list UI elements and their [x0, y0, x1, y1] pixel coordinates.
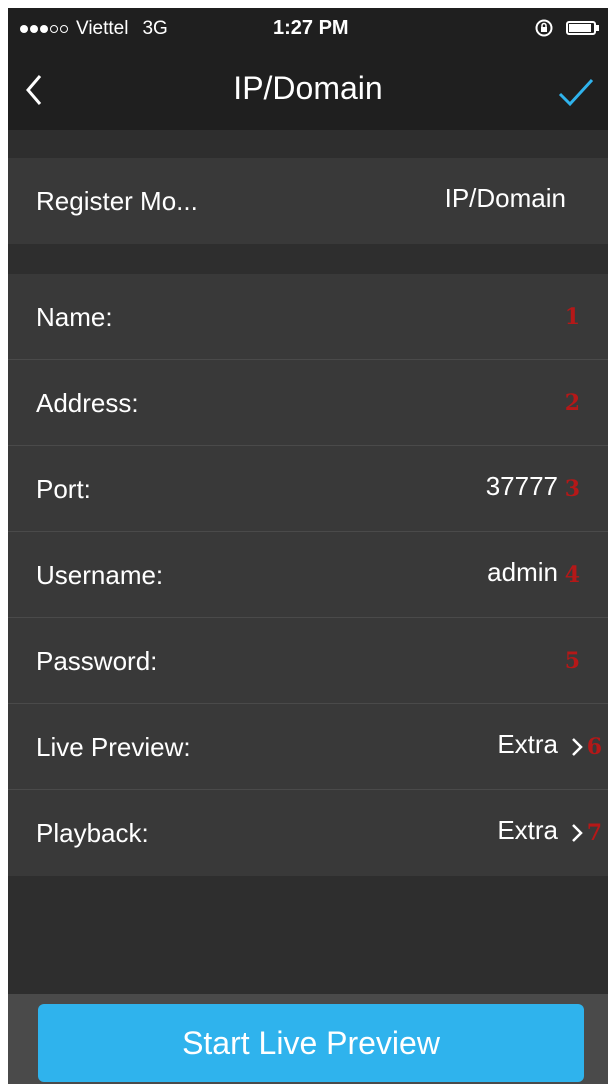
signal-dot: [50, 25, 58, 33]
name-row[interactable]: Name: 1: [8, 274, 608, 360]
signal-strength-icon: [20, 25, 70, 33]
register-mode-row[interactable]: Register Mo... IP/Domain: [8, 158, 608, 244]
port-label: Port:: [36, 474, 91, 504]
annotation-marker: 5: [564, 648, 580, 674]
status-time: 1:27 PM: [273, 17, 349, 39]
password-row[interactable]: Password: 5: [8, 618, 608, 704]
signal-dot: [20, 25, 28, 33]
annotation-marker: 1: [564, 304, 580, 330]
device-settings-group: Name: 1 Address: 2 Port: 37777 3 Usernam…: [8, 274, 608, 876]
page-title: IP/Domain: [233, 70, 383, 106]
chevron-right-icon: [572, 824, 583, 842]
bottom-action-bar: Start Live Preview: [8, 994, 608, 1084]
confirm-button[interactable]: [554, 72, 598, 112]
username-label: Username:: [36, 560, 164, 590]
carrier-name: Viettel: [76, 18, 129, 39]
signal-dot: [40, 25, 48, 33]
port-value[interactable]: 37777: [486, 446, 558, 526]
address-label: Address:: [36, 388, 139, 418]
annotation-marker: 6: [586, 734, 602, 760]
annotation-marker: 4: [564, 562, 580, 588]
annotation-marker: 3: [564, 476, 580, 502]
status-left: Viettel 3G: [20, 18, 168, 40]
username-row[interactable]: Username: admin 4: [8, 532, 608, 618]
battery-icon: [566, 21, 599, 35]
status-right: [534, 18, 599, 38]
status-bar: Viettel 3G 1:27 PM: [8, 8, 608, 50]
nav-bar: IP/Domain: [8, 50, 608, 130]
register-mode-label: Register Mo...: [36, 186, 198, 216]
phone-screen: Viettel 3G 1:27 PM IP/Domain Register Mo…: [8, 8, 608, 1084]
network-type: 3G: [142, 18, 168, 39]
playback-label: Playback:: [36, 818, 149, 848]
playback-row[interactable]: Playback: Extra 7: [8, 790, 608, 876]
signal-dot: [60, 25, 68, 33]
password-label: Password:: [36, 646, 158, 676]
username-value[interactable]: admin: [487, 532, 558, 612]
annotation-marker: 2: [564, 390, 580, 416]
port-row[interactable]: Port: 37777 3: [8, 446, 608, 532]
playback-value: Extra: [497, 815, 558, 845]
chevron-right-icon: [572, 738, 583, 756]
live-preview-label: Live Preview:: [36, 732, 191, 762]
checkmark-icon: [558, 78, 594, 107]
register-mode-value: IP/Domain: [444, 183, 566, 213]
live-preview-row[interactable]: Live Preview: Extra 6: [8, 704, 608, 790]
orientation-lock-icon: [535, 19, 553, 37]
register-mode-group: Register Mo... IP/Domain: [8, 158, 608, 244]
live-preview-value: Extra: [497, 729, 558, 759]
address-row[interactable]: Address: 2: [8, 360, 608, 446]
name-label: Name:: [36, 302, 113, 332]
start-live-preview-button[interactable]: Start Live Preview: [38, 1004, 584, 1082]
annotation-marker: 7: [586, 820, 602, 846]
signal-dot: [30, 25, 38, 33]
